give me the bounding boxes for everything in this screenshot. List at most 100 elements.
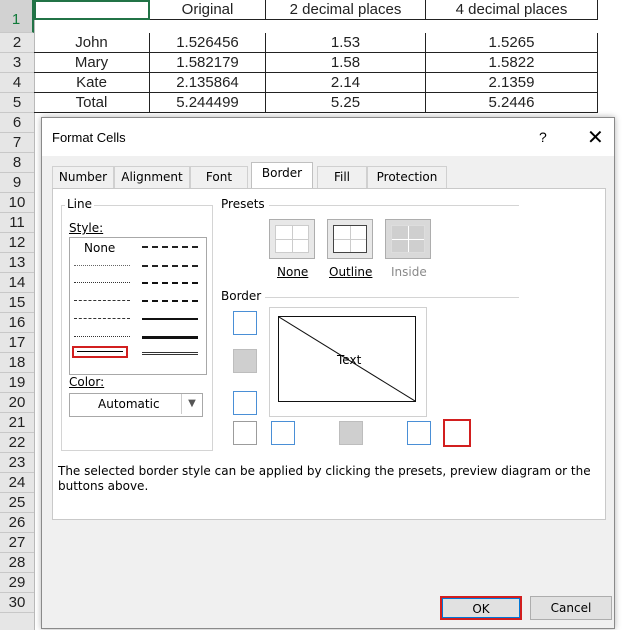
- line-group-label: Line: [65, 197, 95, 211]
- cell[interactable]: 5.25: [266, 93, 426, 113]
- cell[interactable]: John: [34, 33, 150, 53]
- line-style-option[interactable]: [142, 282, 198, 284]
- row-header[interactable]: 23: [0, 453, 34, 473]
- line-style-option[interactable]: [74, 265, 130, 266]
- tab-font[interactable]: Font: [190, 166, 248, 188]
- row-header[interactable]: 17: [0, 333, 34, 353]
- row-header[interactable]: 6: [0, 113, 34, 133]
- tab-alignment[interactable]: Alignment: [114, 166, 190, 188]
- cell[interactable]: 2.14: [266, 73, 426, 93]
- cell[interactable]: Mary: [34, 53, 150, 73]
- border-preview[interactable]: Text: [269, 307, 427, 417]
- row-header[interactable]: 3: [0, 53, 34, 73]
- preset-outline-button[interactable]: [327, 219, 373, 259]
- border-top-button[interactable]: [233, 311, 257, 335]
- cell[interactable]: 5.2446: [426, 93, 598, 113]
- line-style-option[interactable]: [142, 318, 198, 320]
- line-style-list[interactable]: None: [69, 237, 207, 375]
- cell[interactable]: Kate: [34, 73, 150, 93]
- line-style-option[interactable]: [74, 318, 130, 319]
- color-dropdown[interactable]: Automatic ▼: [69, 393, 203, 417]
- cell[interactable]: 1.5822: [426, 53, 598, 73]
- line-style-option[interactable]: [74, 282, 130, 283]
- row-header[interactable]: 27: [0, 533, 34, 553]
- row-header[interactable]: 11: [0, 213, 34, 233]
- cell[interactable]: 5.244499: [150, 93, 266, 113]
- row-header[interactable]: 5: [0, 93, 34, 113]
- line-style-option[interactable]: [142, 246, 198, 248]
- cell[interactable]: 1.58: [266, 53, 426, 73]
- help-icon[interactable]: ?: [539, 129, 547, 145]
- row-headers: 1 2 3 4 5 6 7 8 9 10 11 12 13 14 15 16 17 18 19 20 21 22 23 24 2…: [0, 0, 35, 630]
- row-header[interactable]: 13: [0, 253, 34, 273]
- row-header[interactable]: 20: [0, 393, 34, 413]
- row-header[interactable]: 18: [0, 353, 34, 373]
- cell[interactable]: 1.53: [266, 33, 426, 53]
- line-style-option[interactable]: [142, 336, 198, 339]
- close-icon[interactable]: ✕: [587, 125, 604, 150]
- row-header[interactable]: 28: [0, 553, 34, 573]
- header-cell[interactable]: 2 decimal places: [266, 0, 426, 20]
- line-style-option[interactable]: [142, 352, 198, 355]
- dialog-titlebar: Format Cells ? ✕: [42, 118, 614, 156]
- row-header[interactable]: 4: [0, 73, 34, 93]
- cancel-button[interactable]: Cancel: [530, 596, 612, 620]
- row-header[interactable]: 15: [0, 293, 34, 313]
- cell[interactable]: 2.135864: [150, 73, 266, 93]
- row-header[interactable]: 12: [0, 233, 34, 253]
- table-row: Mary 1.582179 1.58 1.5822: [34, 53, 624, 73]
- cell[interactable]: Total: [34, 93, 150, 113]
- tab-border[interactable]: Border: [251, 162, 313, 189]
- border-right-button[interactable]: [407, 421, 431, 445]
- dialog-title: Format Cells: [52, 130, 126, 145]
- row-header[interactable]: 25: [0, 493, 34, 513]
- row-header[interactable]: 29: [0, 573, 34, 593]
- diagonal-up-button[interactable]: [233, 421, 257, 445]
- row-header[interactable]: 16: [0, 313, 34, 333]
- line-style-option[interactable]: [142, 300, 198, 302]
- style-none[interactable]: None: [84, 241, 115, 255]
- row-header[interactable]: 1: [0, 0, 34, 33]
- preset-none-button[interactable]: [269, 219, 315, 259]
- preview-frame: Text: [278, 316, 416, 402]
- preset-none-label: None: [277, 265, 309, 279]
- row-header[interactable]: 26: [0, 513, 34, 533]
- cell[interactable]: 1.582179: [150, 53, 266, 73]
- diagonal-down-button[interactable]: [443, 419, 471, 447]
- preset-outline-label: Outline: [329, 265, 373, 279]
- line-style-option[interactable]: [74, 336, 130, 337]
- row-header[interactable]: 14: [0, 273, 34, 293]
- selected-line-style[interactable]: [72, 346, 128, 358]
- cell-a1[interactable]: [34, 0, 150, 20]
- row-header[interactable]: 24: [0, 473, 34, 493]
- tab-fill[interactable]: Fill: [317, 166, 367, 188]
- header-cell[interactable]: 4 decimal places: [426, 0, 598, 20]
- line-style-option[interactable]: [74, 300, 130, 301]
- border-bottom-button[interactable]: [233, 391, 257, 415]
- row-header[interactable]: 8: [0, 153, 34, 173]
- border-middle-horizontal-button: [233, 349, 257, 373]
- tab-protection[interactable]: Protection: [367, 166, 447, 188]
- cell[interactable]: 1.526456: [150, 33, 266, 53]
- hint-text: The selected border style can be applied…: [58, 464, 591, 493]
- row-header[interactable]: 21: [0, 413, 34, 433]
- chevron-down-icon[interactable]: ▼: [181, 394, 202, 414]
- row-header[interactable]: 2: [0, 33, 34, 53]
- cell[interactable]: 2.1359: [426, 73, 598, 93]
- cell[interactable]: 1.5265: [426, 33, 598, 53]
- preset-inside-label: Inside: [391, 265, 427, 279]
- ok-button[interactable]: OK: [440, 596, 522, 620]
- row-header[interactable]: 9: [0, 173, 34, 193]
- table-row: Kate 2.135864 2.14 2.1359: [34, 73, 624, 93]
- table-row: Total 5.244499 5.25 5.2446: [34, 93, 624, 113]
- line-style-option[interactable]: [142, 265, 198, 267]
- border-left-button[interactable]: [271, 421, 295, 445]
- row-header[interactable]: 7: [0, 133, 34, 153]
- row-header[interactable]: 19: [0, 373, 34, 393]
- format-cells-dialog: Format Cells ? ✕ Number Alignment Font B…: [41, 117, 615, 629]
- row-header[interactable]: 30: [0, 593, 34, 613]
- tab-number[interactable]: Number: [52, 166, 114, 188]
- row-header[interactable]: 10: [0, 193, 34, 213]
- header-cell[interactable]: Original: [150, 0, 266, 20]
- row-header[interactable]: 22: [0, 433, 34, 453]
